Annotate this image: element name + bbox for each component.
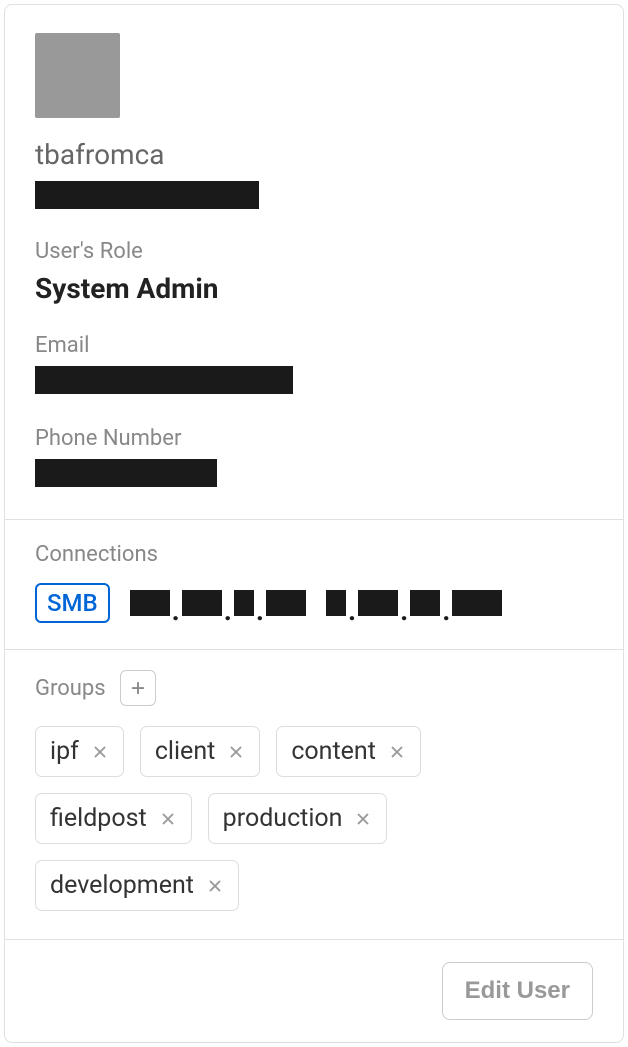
remove-group-button[interactable] <box>91 743 109 761</box>
groups-container: ipf client content fieldpost production devel… <box>35 726 593 911</box>
groups-label: Groups <box>35 676 106 701</box>
group-tag-label: fieldpost <box>50 804 147 833</box>
group-tag-label: development <box>50 871 194 900</box>
username: tbafromca <box>35 138 593 171</box>
role-label: User's Role <box>35 239 593 264</box>
close-icon <box>388 743 406 761</box>
role-value: System Admin <box>35 272 593 305</box>
remove-group-button[interactable] <box>159 810 177 828</box>
protocol-badge[interactable]: SMB <box>35 583 110 623</box>
group-tag-label: ipf <box>50 737 79 766</box>
groups-header: Groups <box>35 670 593 706</box>
group-tag[interactable]: fieldpost <box>35 793 192 844</box>
redacted-ip-2: . . . <box>326 590 502 616</box>
avatar <box>35 33 120 118</box>
edit-user-button[interactable]: Edit User <box>442 962 593 1020</box>
group-tag-label: content <box>291 737 376 766</box>
redacted-email <box>35 366 293 394</box>
connections-row: SMB . . . . . . <box>35 583 593 623</box>
connections-section: Connections SMB . . . . . . <box>5 520 623 649</box>
group-tag[interactable]: content <box>276 726 421 777</box>
phone-label: Phone Number <box>35 426 593 451</box>
close-icon <box>91 743 109 761</box>
close-icon <box>227 743 245 761</box>
connections-label: Connections <box>35 542 593 567</box>
email-label: Email <box>35 333 593 358</box>
redacted-phone <box>35 459 217 487</box>
group-tag[interactable]: ipf <box>35 726 124 777</box>
groups-section: Groups ipf client content fieldpost producti… <box>5 650 623 939</box>
user-info-section: tbafromca User's Role System Admin Email… <box>5 5 623 519</box>
close-icon <box>159 810 177 828</box>
remove-group-button[interactable] <box>388 743 406 761</box>
redacted-ip-1: . . . <box>130 590 306 616</box>
group-tag-label: production <box>223 804 343 833</box>
add-group-button[interactable] <box>120 670 156 706</box>
close-icon <box>206 877 224 895</box>
group-tag[interactable]: development <box>35 860 239 911</box>
remove-group-button[interactable] <box>227 743 245 761</box>
group-tag[interactable]: client <box>140 726 261 777</box>
footer-section: Edit User <box>5 940 623 1042</box>
remove-group-button[interactable] <box>206 877 224 895</box>
plus-icon <box>129 679 147 697</box>
group-tag[interactable]: production <box>208 793 388 844</box>
redacted-full-name <box>35 181 259 209</box>
group-tag-label: client <box>155 737 216 766</box>
close-icon <box>354 810 372 828</box>
remove-group-button[interactable] <box>354 810 372 828</box>
user-detail-card: tbafromca User's Role System Admin Email… <box>4 4 624 1043</box>
